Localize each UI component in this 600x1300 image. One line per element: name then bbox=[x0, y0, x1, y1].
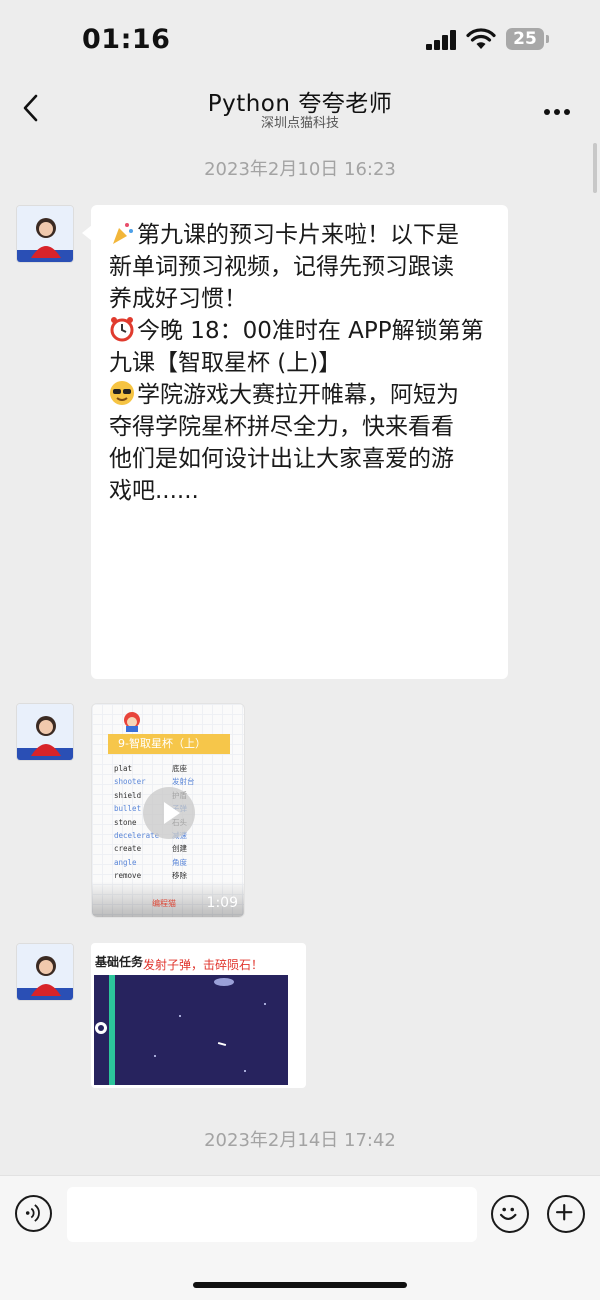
wifi-icon bbox=[466, 28, 496, 49]
sender-avatar[interactable] bbox=[16, 943, 74, 1001]
message-line: 新单词预习视频，记得先预习跟读 bbox=[109, 254, 454, 280]
cellular-signal-icon bbox=[426, 30, 458, 50]
task-label: 基础任务 bbox=[95, 955, 144, 969]
emoji-button[interactable] bbox=[491, 1195, 529, 1233]
alarm-clock-icon bbox=[110, 317, 134, 342]
mascot-icon bbox=[124, 712, 140, 732]
chat-header: Python 夸夸老师 深圳点猫科技 bbox=[0, 80, 600, 140]
word-en: create bbox=[114, 844, 142, 854]
word-zh: 创建 bbox=[172, 844, 187, 854]
bullet bbox=[217, 1041, 227, 1047]
word-en: plat bbox=[114, 764, 133, 773]
chat-subtitle: 深圳点猫科技 bbox=[260, 116, 339, 131]
home-indicator[interactable] bbox=[193, 1282, 407, 1288]
sender-avatar[interactable] bbox=[16, 205, 74, 263]
message-line: 九课【智取星杯 (上)】 bbox=[109, 350, 342, 376]
meteor-icon bbox=[214, 978, 234, 986]
word-zh: 角度 bbox=[172, 857, 187, 867]
word-en: angle bbox=[114, 857, 137, 867]
brand-logo: 编程猫 bbox=[152, 899, 176, 908]
sender-avatar[interactable] bbox=[16, 703, 74, 761]
message-timestamp: 2023年2月10日 16:23 bbox=[204, 159, 396, 180]
message-line: 养成好习惯！ bbox=[109, 286, 247, 312]
more-options-button[interactable] bbox=[544, 100, 578, 115]
message-line: 学院游戏大赛拉开帷幕，阿短为 bbox=[137, 382, 459, 408]
shooter-icon bbox=[95, 1022, 107, 1034]
video-duration: 1:09 bbox=[206, 895, 238, 911]
status-time: 01:16 bbox=[82, 24, 171, 55]
add-attachment-button[interactable] bbox=[547, 1195, 585, 1233]
play-icon[interactable] bbox=[143, 787, 195, 839]
status-bar: 01:16 25 bbox=[0, 0, 600, 80]
voice-input-button[interactable] bbox=[15, 1195, 52, 1232]
party-popper-icon bbox=[113, 223, 133, 244]
message-line: 戏吧...... bbox=[109, 478, 199, 504]
lesson-tag: 9-智取星杯（上） bbox=[108, 734, 230, 754]
video-message[interactable]: 9-智取星杯（上） plat底座 shooter发射台 shield护盾 bul… bbox=[91, 703, 245, 918]
image-message[interactable]: 基础任务 发射子弹，击碎陨石！ bbox=[91, 943, 306, 1088]
word-zh: 发射台 bbox=[172, 777, 195, 787]
message-line: 今晚 18：00准时在 APP解锁第第 bbox=[137, 318, 484, 344]
word-zh: 底座 bbox=[172, 764, 187, 773]
game-wall bbox=[109, 975, 115, 1085]
text-message-bubble[interactable]: 第九课的预习卡片来啦！以下是 新单词预习视频，记得先预习跟读 养成好习惯！ 今晚… bbox=[82, 205, 508, 679]
message-line: 他们是如何设计出让大家喜爱的游 bbox=[109, 446, 454, 472]
message-input[interactable] bbox=[67, 1187, 477, 1242]
message-line: 第九课的预习卡片来啦！以下是 bbox=[137, 222, 459, 248]
game-scene bbox=[94, 975, 288, 1085]
message-line: 夺得学院星杯拼尽全力，快来看看 bbox=[109, 414, 454, 440]
message-timestamp: 2023年2月14日 17:42 bbox=[204, 1130, 396, 1151]
task-title: 发射子弹，击碎陨石！ bbox=[143, 958, 264, 972]
battery-icon: 25 bbox=[506, 28, 549, 50]
sunglasses-face-icon bbox=[110, 381, 134, 405]
